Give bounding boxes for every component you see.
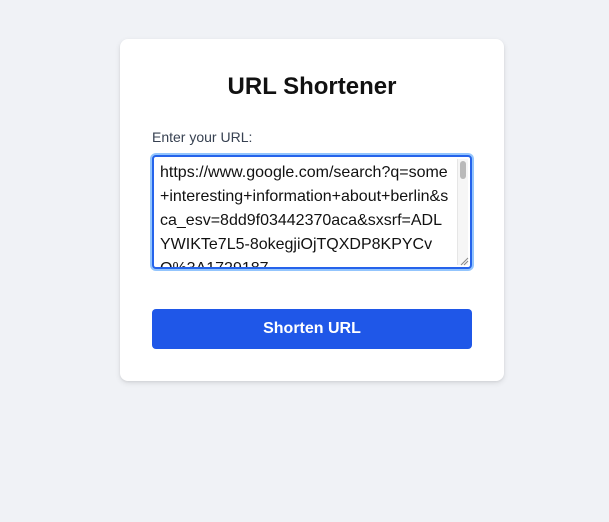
- textarea-scrollbar[interactable]: [457, 159, 468, 265]
- page-title: URL Shortener: [227, 73, 397, 100]
- url-label: Enter your URL:: [152, 129, 253, 145]
- url-input[interactable]: https://www.google.com/search?q=some+int…: [154, 157, 470, 267]
- scrollbar-thumb[interactable]: [460, 161, 466, 179]
- url-textarea-container: https://www.google.com/search?q=some+int…: [152, 155, 472, 269]
- url-shortener-card: URL Shortener Enter your URL: https://ww…: [120, 39, 504, 381]
- shorten-url-button[interactable]: Shorten URL: [152, 309, 472, 349]
- resize-handle-icon[interactable]: [459, 256, 469, 266]
